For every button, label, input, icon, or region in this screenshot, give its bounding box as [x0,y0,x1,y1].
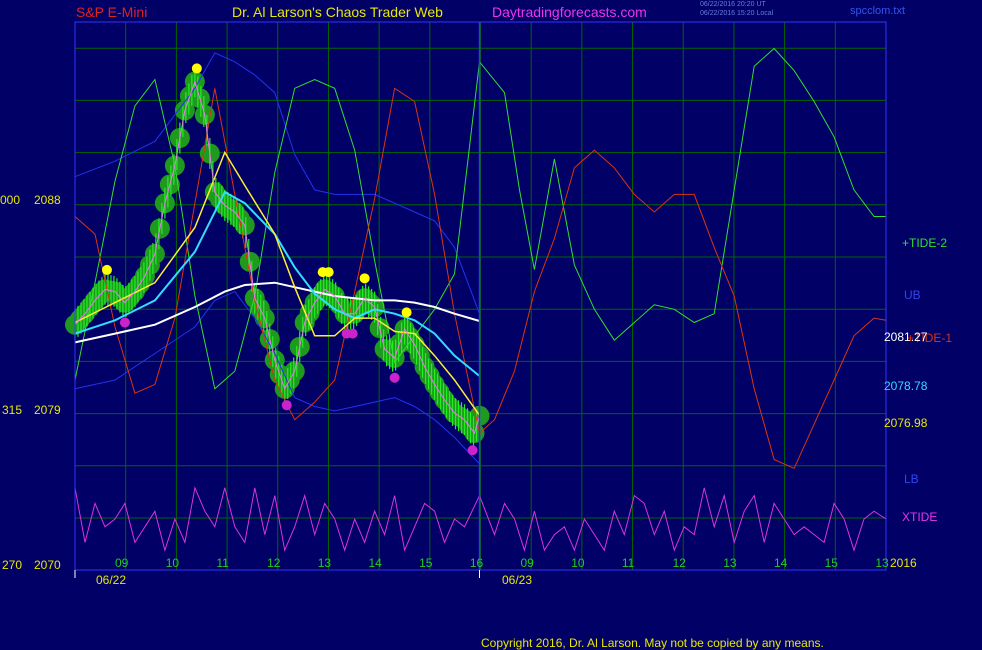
hour-tick-label: 10 [571,556,585,570]
date-label-day1: 06/22 [96,573,127,587]
y-axis-label-top-b: 2088 [34,193,61,207]
hour-tick-label: 14 [368,556,382,570]
upper-band-label: UB [904,288,921,302]
low-dot [347,328,358,339]
hour-tick-label: 11 [621,556,635,570]
high-dot [101,264,112,275]
hour-tick-label: 12 [672,556,686,570]
high-dot [323,267,334,278]
low-dot [119,317,130,328]
hour-tick-label: 13 [317,556,332,570]
high-dot [359,273,370,284]
hour-tick-label: 13 [723,556,737,570]
high-dot [191,63,202,74]
low-dot [467,445,478,456]
y-axis-label-bottom-a: 270 [2,558,23,572]
tide2-label: +TIDE-2 [902,236,948,250]
y-axis-label-mid-a: 315 [2,403,23,417]
hour-tick-label: 14 [773,556,788,570]
date-label-day2: 06/23 [502,573,533,587]
y-axis-label-mid-b: 2079 [34,403,61,417]
copyright-footer: Copyright 2016, Dr. Al Larson. May not b… [481,636,824,650]
lower-band-label: LB [904,472,919,486]
hour-tick-label: 15 [419,556,433,570]
y-axis-label-bottom-b: 2070 [34,558,61,572]
hour-tick-label: 13 [875,556,889,570]
hour-tick-label: 11 [216,556,229,570]
hour-tick-label: 16 [469,556,484,570]
low-dot [389,372,400,383]
hour-tick-label: 15 [824,556,838,570]
hour-tick-label: 10 [165,556,180,570]
cyan-ma-value: 2078.78 [884,379,928,393]
y-axis-label-top-a: 000 [0,193,21,207]
price-chart [65,21,887,578]
last-price-value: 2076.98 [884,416,928,430]
tide1-value: 2081.27 [884,330,928,344]
hour-tick-label: 09 [115,556,129,570]
high-dot [401,307,412,318]
hour-tick-label: 09 [520,556,534,570]
low-dot [281,400,292,411]
hour-tick-label: 12 [267,556,281,570]
xtide-label: XTIDE [902,510,938,524]
year-label: 2016 [890,556,917,570]
